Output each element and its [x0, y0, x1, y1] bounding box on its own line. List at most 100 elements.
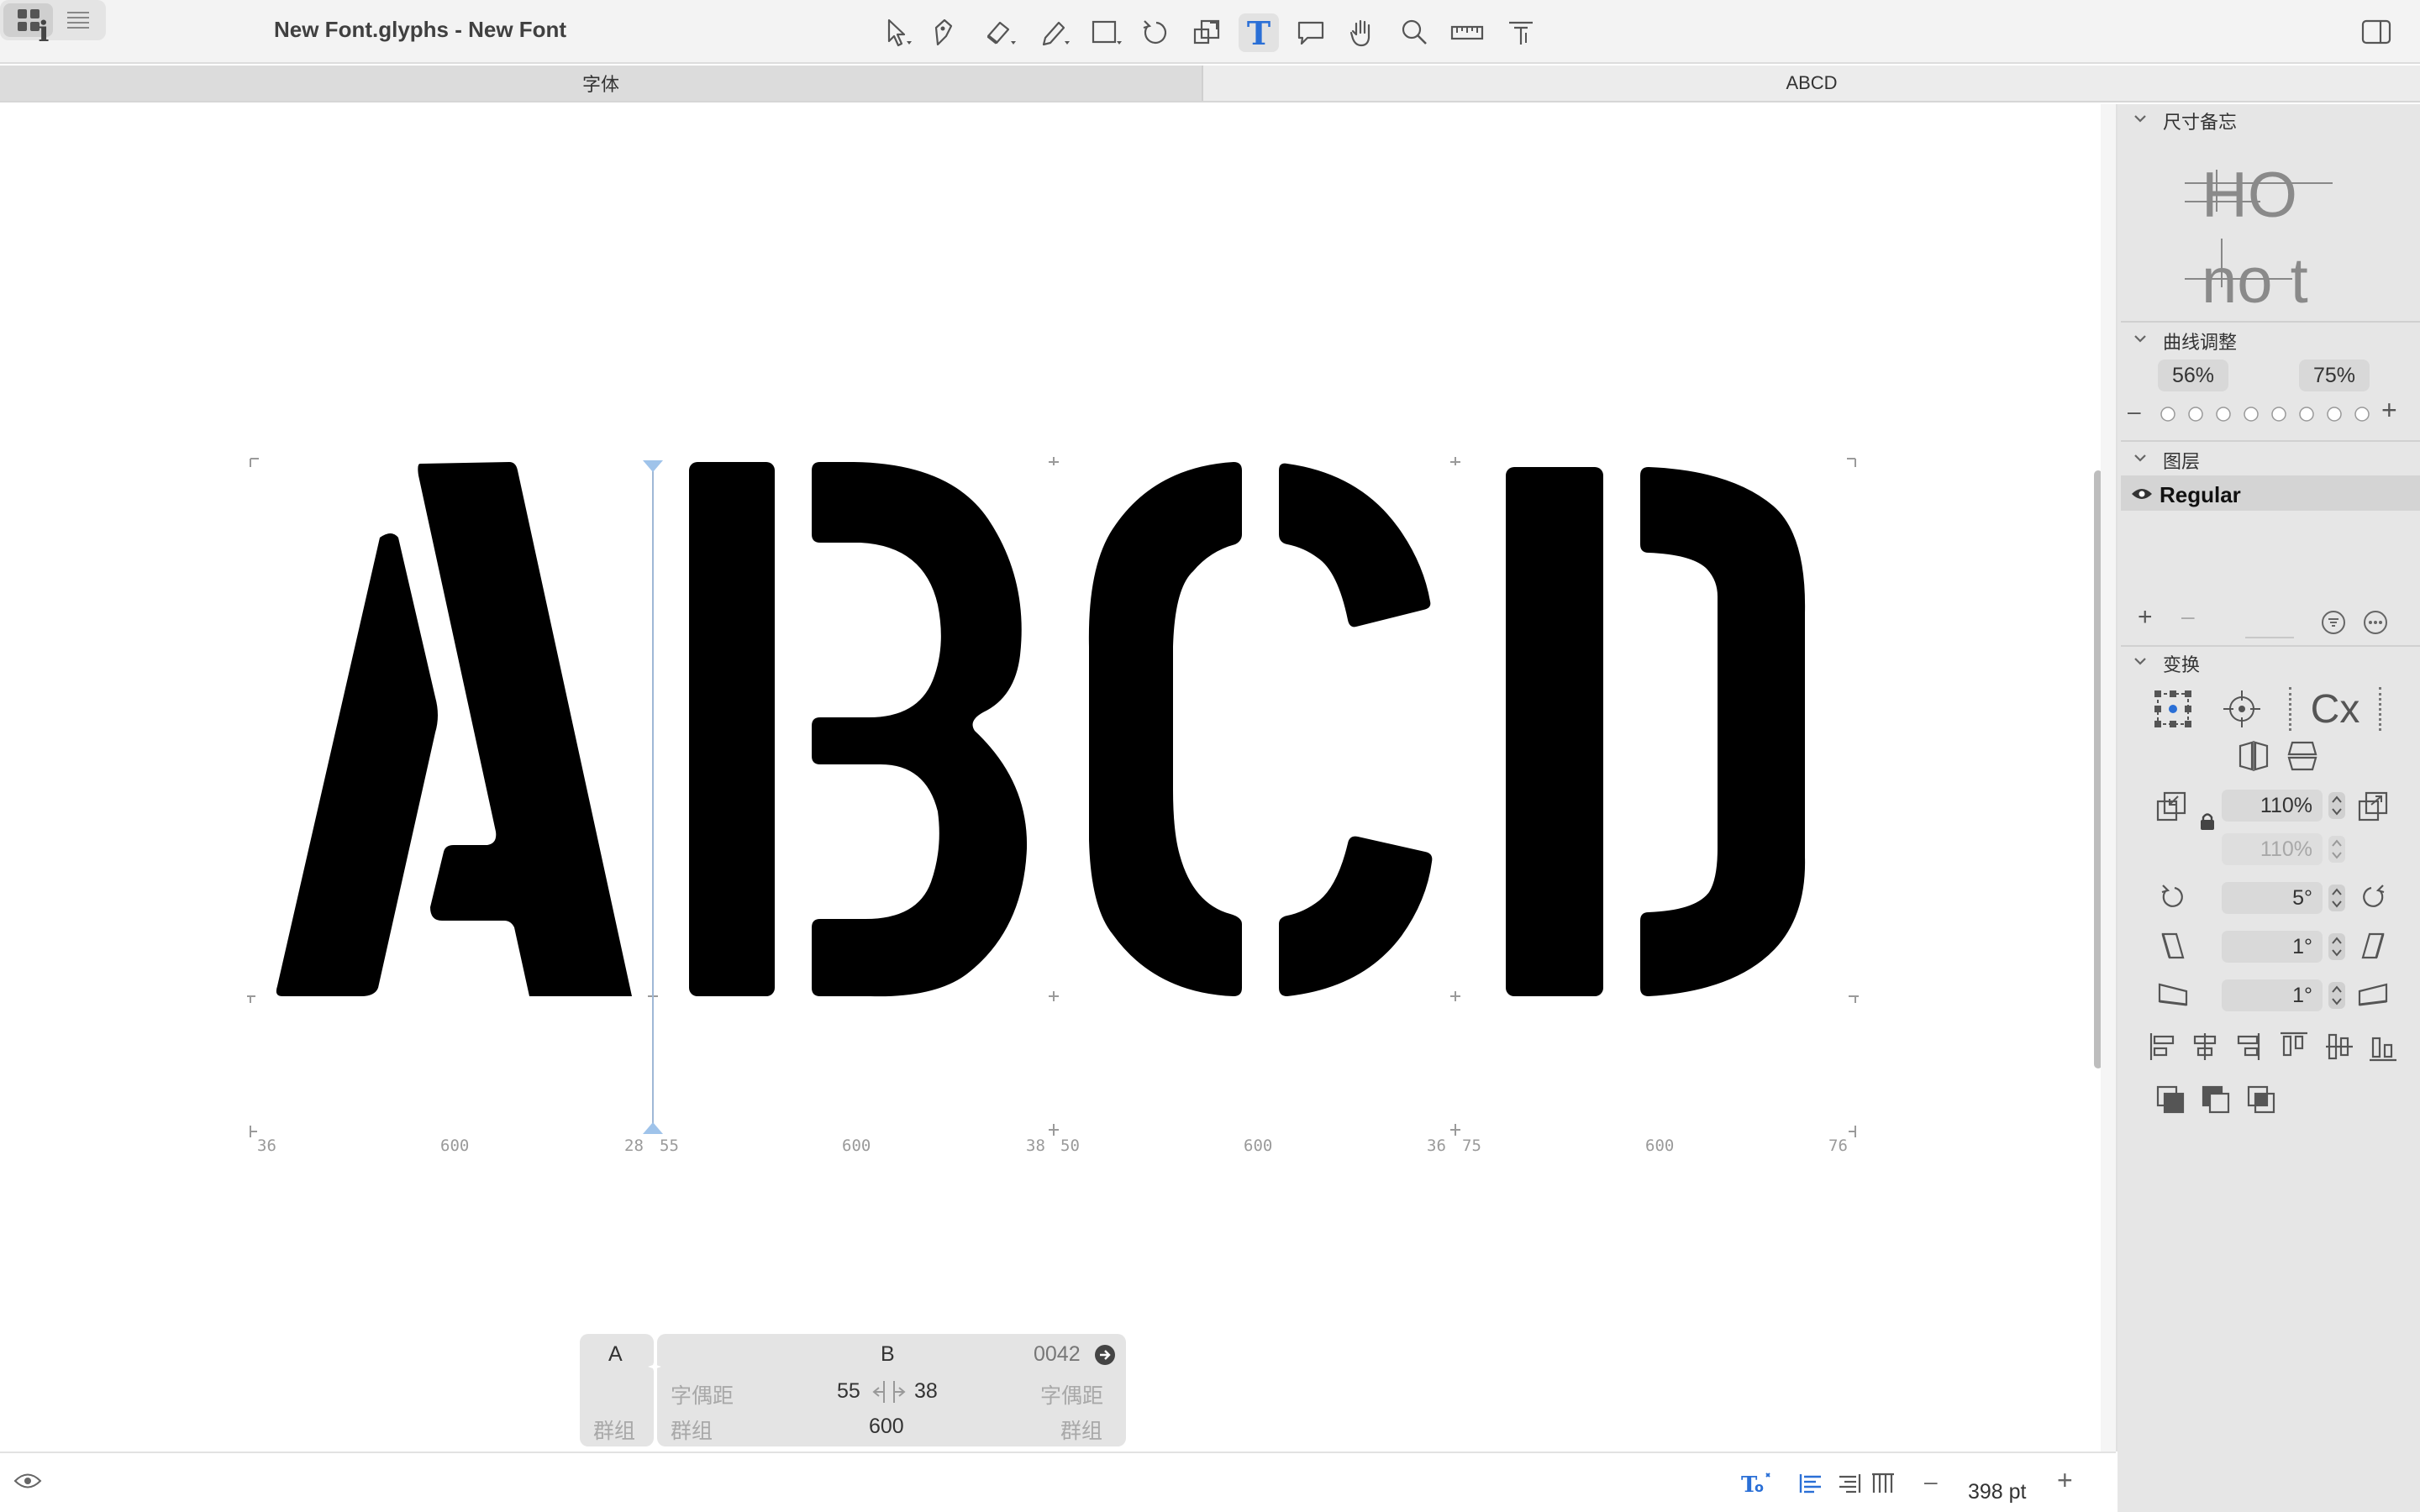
rotate-tool-button[interactable]	[1134, 13, 1175, 52]
previous-glyph-name[interactable]: A	[608, 1342, 623, 1367]
tab-bar: 字体 ABCD	[0, 66, 2420, 102]
dimensions-section-title[interactable]: 尺寸备忘	[2163, 108, 2237, 134]
scale-down-icon[interactable]	[2154, 790, 2188, 823]
stepper-icon[interactable]	[2328, 981, 2346, 1010]
sidebar-toggle-button[interactable]	[2360, 17, 2393, 47]
slant-left-icon[interactable]	[2158, 931, 2188, 961]
rotate-field[interactable]: 5°	[2222, 882, 2323, 914]
curve-increase-button[interactable]: +	[2381, 395, 2397, 426]
stepper-icon[interactable]	[2328, 791, 2346, 820]
align-right-icon[interactable]	[1837, 1472, 1862, 1495]
edit-canvas[interactable]: 36 600 28 55 600 38 50 600 36 75 600 76	[0, 104, 2116, 1452]
slant-right-icon[interactable]	[2358, 931, 2388, 961]
glyph-b[interactable]	[689, 462, 1028, 997]
glyph-d-lsb: 75	[1462, 1137, 1481, 1155]
align-bottom-edge-icon	[2370, 1037, 2396, 1062]
scale-up-icon[interactable]	[2356, 790, 2390, 823]
scale-y-field[interactable]: 110%	[2222, 833, 2323, 865]
glyph-b-width: 600	[842, 1137, 871, 1155]
custom-origin-button[interactable]: Cx	[2289, 687, 2381, 732]
tab-abcd[interactable]: ABCD	[1203, 66, 2420, 101]
transform-section-title[interactable]: 变换	[2163, 650, 2200, 677]
text-features-icon[interactable]: To	[1741, 1470, 1773, 1497]
remove-layer-button[interactable]: –	[2181, 603, 2195, 630]
lock-icon[interactable]	[2198, 811, 2217, 832]
rotate-cw-icon[interactable]	[2358, 882, 2388, 912]
tab-font[interactable]: 字体	[0, 66, 1203, 101]
advance-width-value[interactable]: 600	[869, 1415, 904, 1439]
align-left-icon[interactable]	[1798, 1472, 1823, 1495]
stepper-icon[interactable]	[2328, 835, 2346, 864]
curve-presets[interactable]	[2154, 403, 2373, 425]
stepper-icon[interactable]	[2328, 932, 2346, 961]
zoom-in-button[interactable]: +	[2057, 1465, 2073, 1496]
curve-decrease-button[interactable]: –	[2128, 398, 2141, 425]
skew-down-icon[interactable]	[2156, 979, 2190, 1010]
rotate-ccw-icon[interactable]	[2158, 882, 2188, 912]
pencil-tool-button[interactable]	[1035, 13, 1076, 52]
stepper-icon[interactable]	[2328, 884, 2346, 912]
zoom-out-button[interactable]: –	[1924, 1468, 1938, 1495]
crosshair-origin-icon[interactable]	[2222, 689, 2262, 729]
zoom-value[interactable]: 398 pt	[1968, 1480, 2027, 1504]
chevron-down-icon[interactable]	[2133, 655, 2148, 667]
more-options-icon[interactable]	[2363, 610, 2388, 635]
sidebearing-line[interactable]	[643, 460, 663, 1134]
add-layer-button[interactable]: +	[2138, 603, 2153, 632]
glyph-c-lsb: 50	[1060, 1137, 1080, 1155]
align-tools[interactable]	[2148, 1030, 2400, 1063]
filter-icon[interactable]	[2321, 610, 2346, 635]
current-glyph-name[interactable]: B	[881, 1342, 895, 1367]
eraser-tool-button[interactable]	[981, 13, 1022, 52]
rectangle-tool-icon	[1092, 20, 1122, 45]
chevron-down-icon[interactable]	[2133, 333, 2148, 344]
layer-resize-handle[interactable]	[2245, 637, 2294, 638]
layer-name[interactable]: Regular	[2160, 482, 2241, 508]
flip-vertical-icon[interactable]	[2286, 739, 2319, 773]
glyph-d[interactable]	[1506, 467, 1806, 996]
skew-up-icon[interactable]	[2356, 979, 2390, 1010]
hand-tool-button[interactable]	[1343, 13, 1383, 52]
glyph-a[interactable]	[276, 462, 632, 996]
curve-section-title[interactable]: 曲线调整	[2163, 328, 2237, 354]
info-button[interactable]: i	[25, 13, 62, 50]
select-tool-button[interactable]	[879, 13, 919, 52]
eye-icon[interactable]	[2131, 487, 2153, 501]
glyph-c[interactable]	[1088, 462, 1433, 996]
align-top-edge-icon	[2281, 1032, 2307, 1057]
curve-value-1[interactable]: 56%	[2158, 360, 2228, 391]
layer-row[interactable]: Regular	[2121, 475, 2420, 511]
annotation-tool-button[interactable]	[1291, 13, 1331, 52]
slant-x-field[interactable]: 1°	[2222, 931, 2323, 963]
arrow-circle-icon[interactable]	[1094, 1344, 1116, 1366]
metrics-lock-icon[interactable]	[872, 1378, 906, 1406]
glyph-info-panel: A B 0042 字偶距 55 38 字偶距 群组 群组 600 群组	[580, 1334, 1126, 1446]
curve-value-2[interactable]: 75%	[2299, 360, 2370, 391]
scale-x-field[interactable]: 110%	[2222, 790, 2323, 822]
vertical-layout-icon[interactable]	[1870, 1472, 1896, 1495]
preview-eye-icon[interactable]	[13, 1470, 42, 1492]
sidebar-icon	[2361, 19, 2391, 45]
scale-tool-button[interactable]	[1186, 13, 1227, 52]
layers-section-title[interactable]: 图层	[2163, 447, 2200, 474]
glyph-view[interactable]: 36 600 28 55 600 38 50 600 36 75 600 76	[0, 104, 2116, 1452]
path-operations[interactable]	[2154, 1084, 2289, 1117]
lsb-value[interactable]: 55	[837, 1379, 860, 1404]
flip-horizontal-icon[interactable]	[2237, 739, 2270, 773]
measure-tool-button[interactable]	[1447, 13, 1487, 52]
subtract-icon	[2202, 1085, 2230, 1114]
separator	[2121, 321, 2420, 323]
chevron-down-icon[interactable]	[2133, 452, 2148, 464]
unicode-value[interactable]: 0042	[1034, 1342, 1081, 1367]
chevron-down-icon[interactable]	[2133, 113, 2148, 124]
rectangle-tool-button[interactable]	[1087, 13, 1128, 52]
slant-y-field[interactable]: 1°	[2222, 979, 2323, 1011]
rotate-tool-icon	[1143, 20, 1167, 45]
zoom-tool-button[interactable]	[1395, 13, 1435, 52]
vertical-text-tool-button[interactable]	[1501, 13, 1541, 52]
pen-tool-button[interactable]	[924, 13, 965, 52]
text-tool-button[interactable]: T	[1239, 13, 1279, 52]
bounding-box-origin-icon[interactable]	[2153, 689, 2193, 729]
rsb-value[interactable]: 38	[914, 1379, 938, 1404]
hand-tool-icon	[1349, 19, 1370, 47]
